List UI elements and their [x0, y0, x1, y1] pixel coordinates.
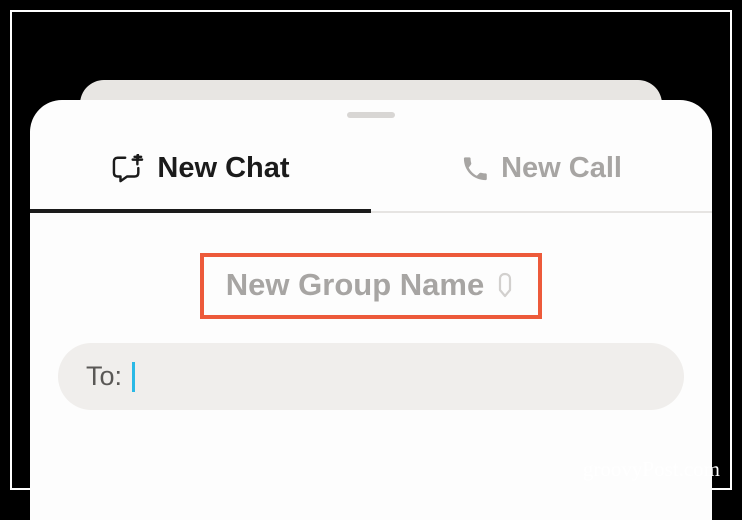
text-cursor: [132, 362, 135, 392]
to-label: To:: [86, 361, 122, 392]
tab-new-call-label: New Call: [501, 152, 622, 185]
tab-new-chat-label: New Chat: [157, 152, 289, 185]
group-name-highlight-box: New Group Name: [200, 253, 542, 319]
watermark-text: groovyPost.com: [583, 457, 720, 482]
edit-pencil-icon[interactable]: [494, 272, 516, 298]
to-recipients-field[interactable]: To:: [58, 343, 684, 410]
tab-new-call[interactable]: New Call: [371, 126, 712, 211]
tab-new-chat[interactable]: New Chat: [30, 126, 371, 211]
group-name-input[interactable]: New Group Name: [226, 267, 484, 303]
drag-handle[interactable]: [347, 112, 395, 118]
tab-bar: New Chat New Call: [30, 126, 712, 213]
phone-icon: [461, 155, 489, 183]
chat-compose-icon: [111, 154, 145, 184]
group-name-row: New Group Name: [30, 253, 712, 319]
